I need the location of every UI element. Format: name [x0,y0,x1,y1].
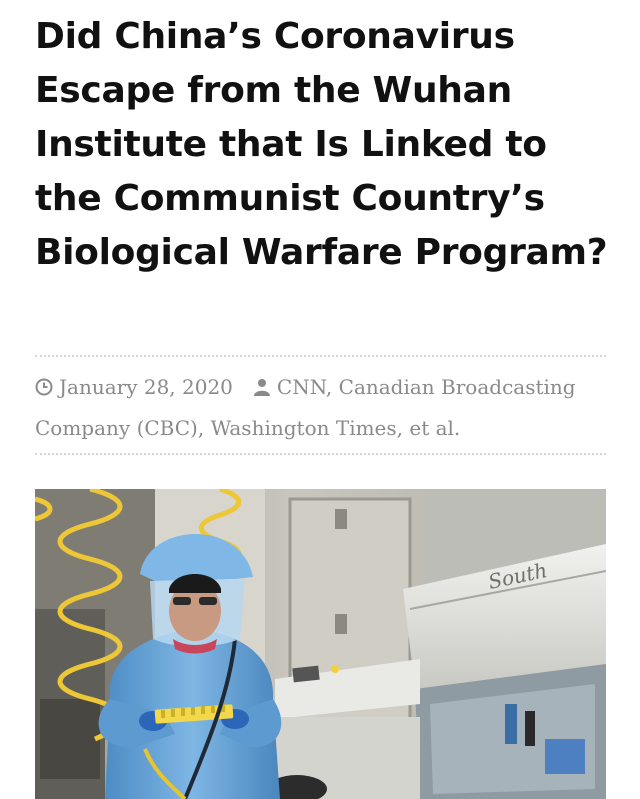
clock-icon [35,370,53,409]
lab-photo-illustration: South [35,489,606,799]
article-photo: South [35,489,606,799]
article-meta: January 28, 2020 CNN, Canadian Broadcast… [35,368,610,448]
article-title: Did China’s Coronavirus Escape from the … [35,16,608,273]
user-icon [253,370,271,409]
article-date[interactable]: January 28, 2020 [59,375,233,399]
meta-divider-bottom [35,453,606,455]
meta-divider-top [35,355,606,357]
